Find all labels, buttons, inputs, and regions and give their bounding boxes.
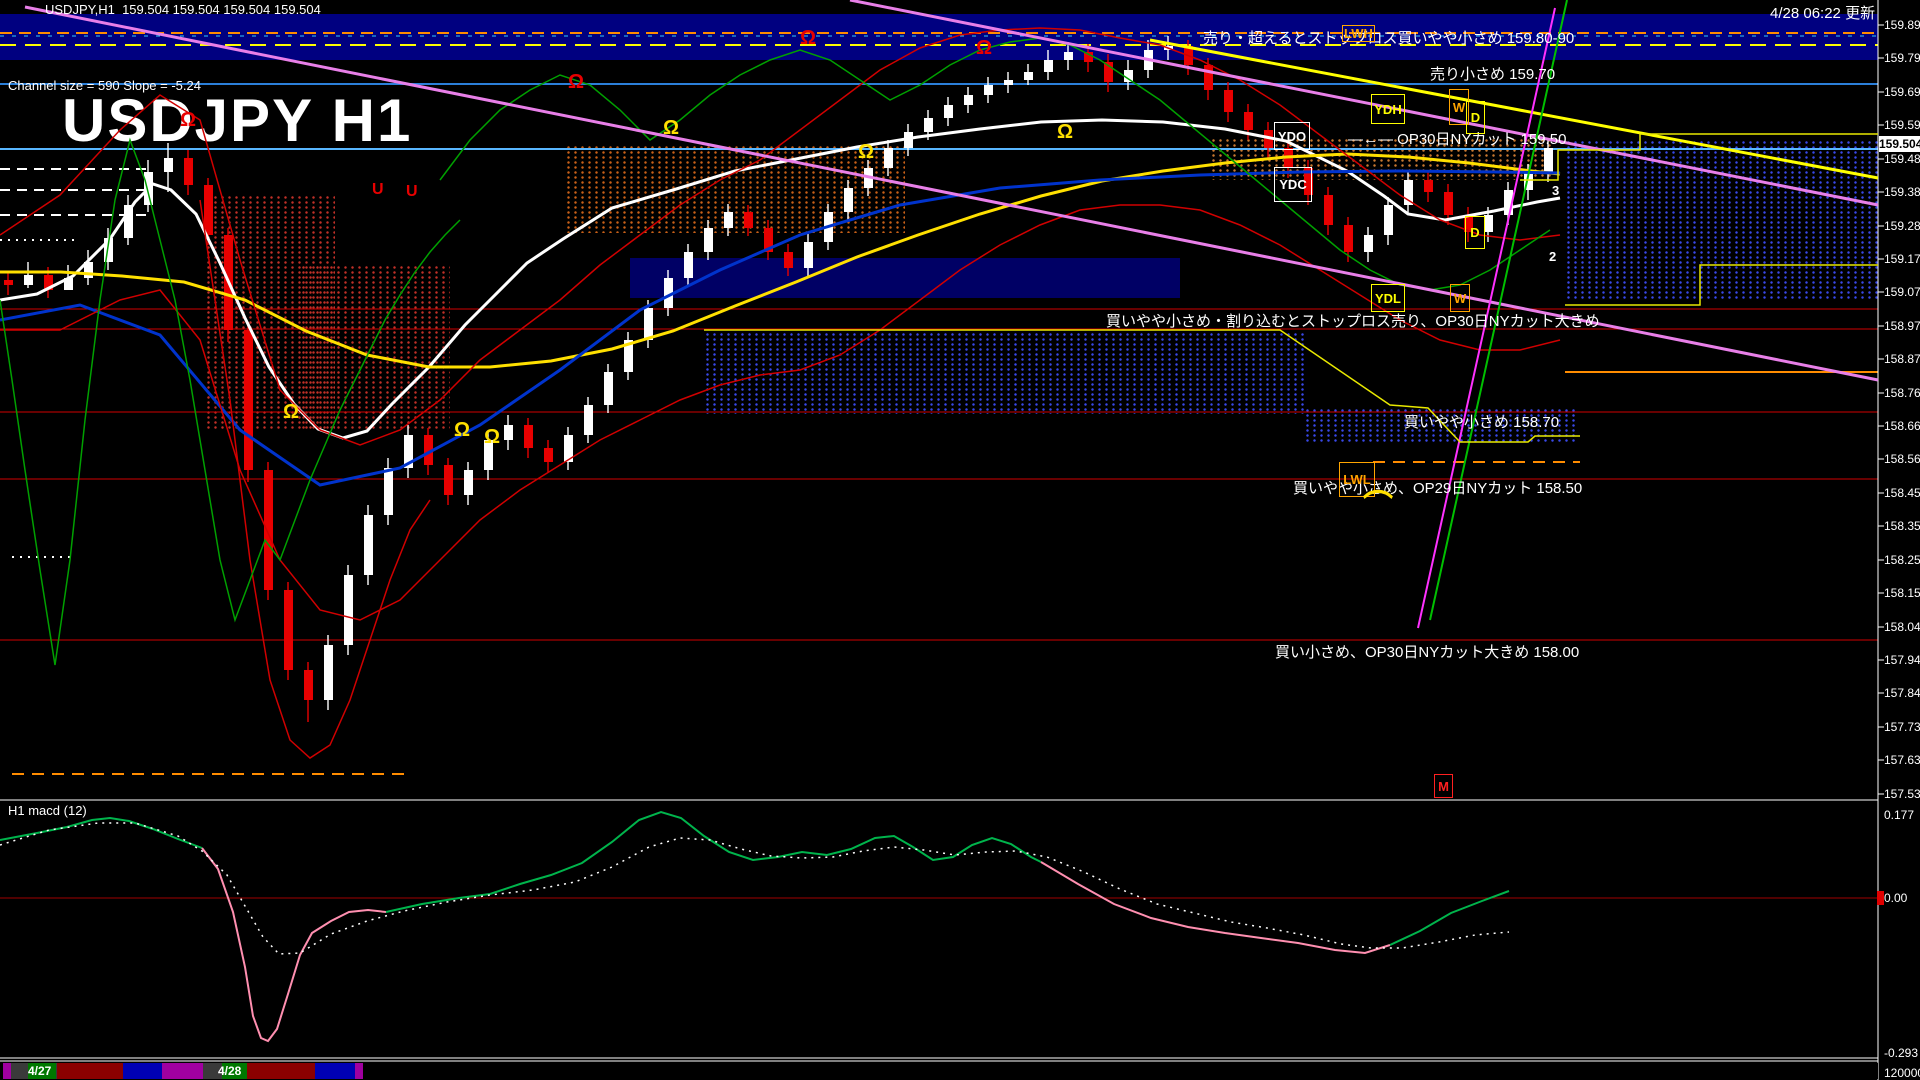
candle-bullish bbox=[384, 468, 393, 515]
cloud-border-yellow bbox=[704, 329, 1580, 443]
chart-canvas[interactable] bbox=[0, 0, 1920, 1080]
ma-yellow bbox=[0, 152, 1561, 369]
ma-white bbox=[0, 118, 1561, 440]
candle-bullish bbox=[1384, 205, 1393, 235]
candle-bullish bbox=[684, 252, 693, 278]
candle-bullish bbox=[804, 242, 813, 268]
steep-green bbox=[1429, 0, 1568, 621]
green-2 bbox=[439, 37, 1551, 291]
session-segment bbox=[247, 1063, 315, 1079]
symbol-title: USDJPY,H1 159.504 159.504 159.504 159.50… bbox=[45, 2, 321, 17]
session-timeline-bar: 4/27 4/28 bbox=[0, 1063, 1878, 1079]
candle-bearish bbox=[244, 330, 253, 470]
candle-bullish bbox=[884, 148, 893, 168]
candle-bullish bbox=[644, 308, 653, 340]
candle-bullish bbox=[164, 158, 173, 172]
candle-bullish bbox=[924, 118, 933, 132]
candle-bearish bbox=[544, 448, 553, 462]
macd-indicator-label: H1 macd (12) bbox=[8, 803, 87, 818]
red-upper bbox=[0, 27, 1561, 446]
session-segment bbox=[162, 1063, 203, 1079]
candle-bearish bbox=[1224, 90, 1233, 112]
session-segment bbox=[123, 1063, 162, 1079]
session-segment bbox=[355, 1063, 363, 1079]
candle-bullish bbox=[364, 515, 373, 575]
candle-bullish bbox=[844, 188, 853, 212]
candle-bearish bbox=[284, 590, 293, 670]
cloud-border-yellow-right-top bbox=[1520, 133, 1878, 181]
candle-bullish bbox=[704, 228, 713, 252]
candle-bullish bbox=[1044, 60, 1053, 72]
macd-signal bbox=[0, 822, 1510, 955]
candle-bullish bbox=[1364, 235, 1373, 252]
candle-bullish bbox=[724, 212, 733, 228]
candle-bearish bbox=[264, 470, 273, 590]
candle-bearish bbox=[1204, 65, 1213, 90]
candle-bullish bbox=[464, 470, 473, 495]
candle-bullish bbox=[324, 645, 333, 700]
candle-bullish bbox=[24, 275, 33, 285]
candle-bullish bbox=[1024, 72, 1033, 80]
candle-bearish bbox=[444, 465, 453, 495]
update-timestamp-button[interactable]: 4/28 06:22 更新 bbox=[1770, 2, 1875, 23]
candle-bearish bbox=[1244, 112, 1253, 130]
candle-bearish bbox=[1444, 192, 1453, 215]
session-segment bbox=[315, 1063, 355, 1079]
macd-green-a bbox=[0, 816, 203, 849]
candle-bearish bbox=[4, 280, 13, 285]
candle-bullish bbox=[944, 105, 953, 118]
candle-bearish bbox=[304, 670, 313, 700]
candle-bullish bbox=[984, 85, 993, 95]
candle-bearish bbox=[1324, 195, 1333, 225]
candle-bullish bbox=[484, 440, 493, 470]
candle-bullish bbox=[504, 425, 513, 440]
chart-window: USDJPY H1 USDJPY,H1 159.504 159.504 159.… bbox=[0, 0, 1920, 1080]
candle-bullish bbox=[584, 405, 593, 435]
candle-bullish bbox=[1064, 52, 1073, 60]
macd-pink-a bbox=[201, 847, 387, 1043]
candle-bullish bbox=[1544, 148, 1553, 172]
candle-bullish bbox=[1004, 80, 1013, 85]
candle-bearish bbox=[184, 158, 193, 185]
candle-bullish bbox=[604, 372, 613, 405]
candle-bearish bbox=[1424, 180, 1433, 192]
violet-channel-a bbox=[24, 5, 1879, 382]
candle-bullish bbox=[1484, 215, 1493, 232]
channel-info-label: Channel size = 590 Slope = -5.24 bbox=[8, 78, 201, 93]
violet-channel-b bbox=[849, 0, 1879, 207]
steep-magenta bbox=[1417, 7, 1556, 629]
candle-bullish bbox=[1404, 180, 1413, 205]
candle-bearish bbox=[524, 425, 533, 448]
candle-bullish bbox=[964, 95, 973, 105]
macd-green-b bbox=[385, 810, 1042, 913]
session-segment bbox=[3, 1063, 11, 1079]
candle-bearish bbox=[1344, 225, 1353, 252]
candle-bullish bbox=[344, 575, 353, 645]
session-date-label: 4/27 bbox=[28, 1064, 52, 1078]
yellow-trend bbox=[1149, 38, 1879, 180]
macd-green-c bbox=[1389, 890, 1510, 946]
candle-bearish bbox=[784, 252, 793, 268]
session-date-label: 4/28 bbox=[218, 1064, 242, 1078]
cloud-border-yellow-right-bottom bbox=[1565, 264, 1878, 306]
candle-bearish bbox=[744, 212, 753, 228]
session-segment bbox=[57, 1063, 123, 1079]
candle-bearish bbox=[204, 185, 213, 235]
